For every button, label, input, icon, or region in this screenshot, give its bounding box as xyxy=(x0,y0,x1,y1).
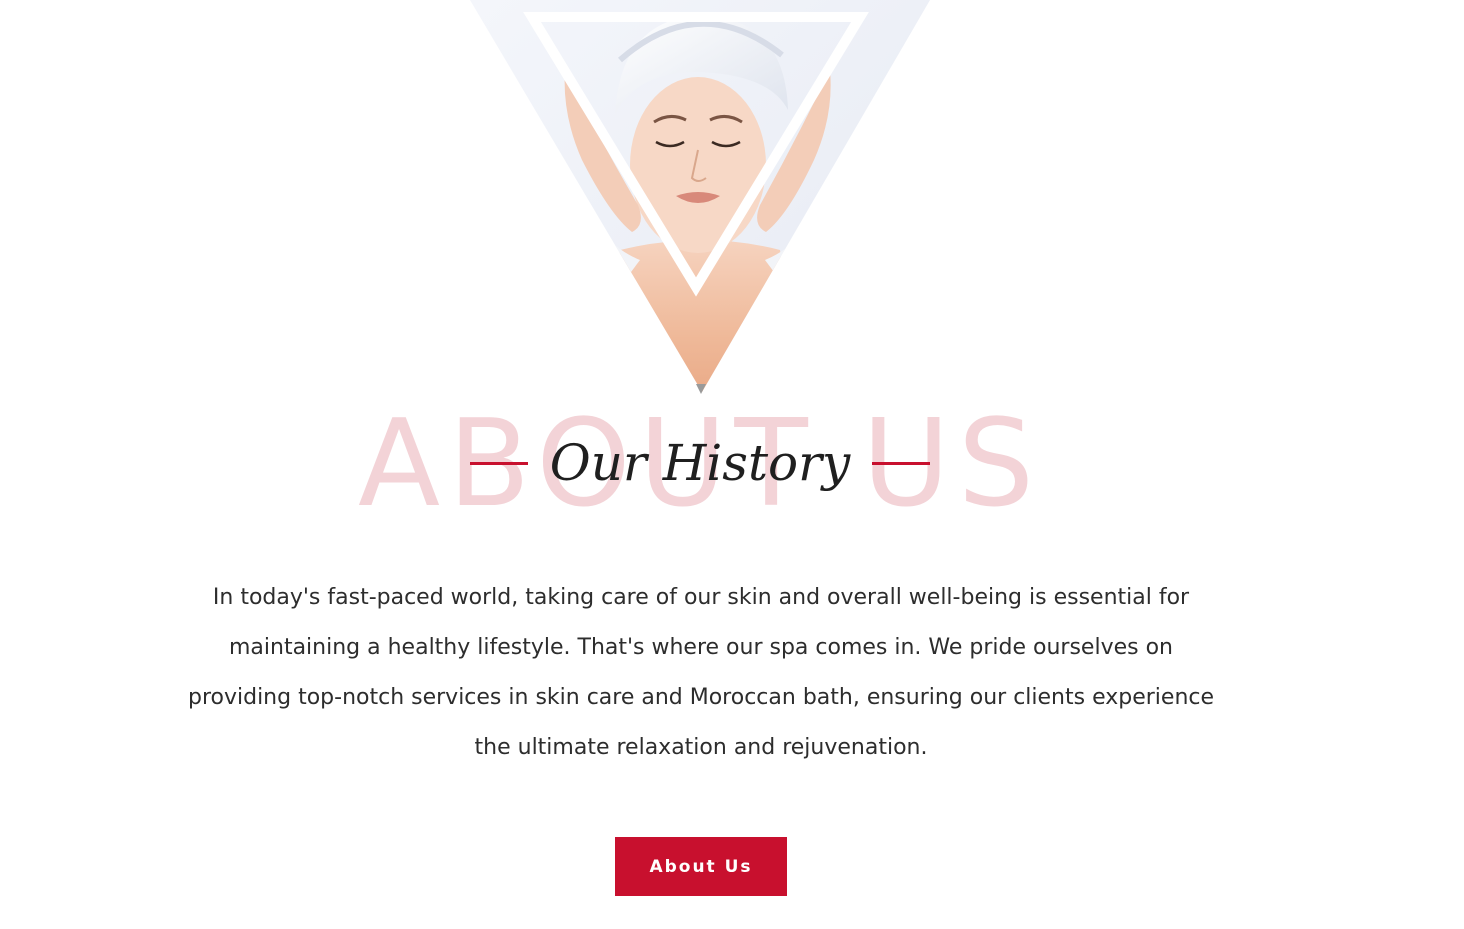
subheading-row: Our History xyxy=(0,423,1400,503)
about-section: ABOUT US Our History In today's fast-pac… xyxy=(0,0,1464,929)
section-title: Our History xyxy=(549,434,851,492)
hero-image xyxy=(470,0,930,400)
section-heading: ABOUT US Our History xyxy=(0,395,1400,535)
left-accent-rule xyxy=(469,461,528,465)
about-us-button[interactable]: About Us xyxy=(615,837,787,896)
intro-paragraph: In today's fast-paced world, taking care… xyxy=(187,585,1215,760)
right-accent-rule xyxy=(872,461,931,465)
